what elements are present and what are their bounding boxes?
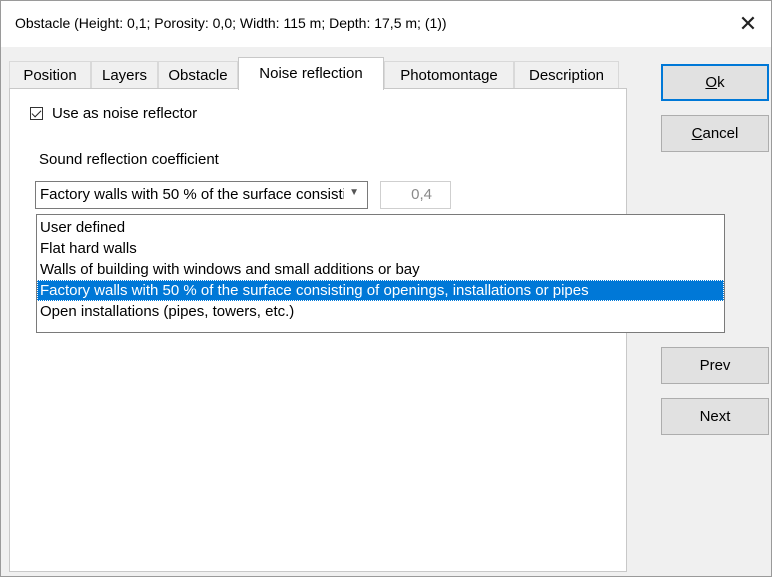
use-as-reflector-checkbox[interactable] — [30, 107, 43, 120]
reflection-type-combobox[interactable]: Factory walls with 50 % of the surface c… — [35, 181, 368, 209]
coefficient-label: Sound reflection coefficient — [39, 151, 219, 168]
prev-button[interactable]: Prev — [661, 347, 769, 384]
tab-noise-reflection[interactable]: Noise reflection — [238, 57, 384, 90]
chevron-down-icon[interactable]: ▼ — [349, 187, 359, 198]
ok-mnemonic: O — [705, 74, 718, 91]
dropdown-option[interactable]: Walls of building with windows and small… — [37, 259, 724, 280]
tab-photomontage[interactable]: Photomontage — [384, 61, 514, 88]
ok-button[interactable]: Ok — [661, 64, 769, 101]
dropdown-option[interactable]: User defined — [37, 217, 724, 238]
dropdown-option[interactable]: Flat hard walls — [37, 238, 724, 259]
title-bar: Obstacle (Height: 0,1; Porosity: 0,0; Wi… — [1, 1, 771, 47]
tab-layers[interactable]: Layers — [91, 61, 158, 88]
dropdown-option-selected[interactable]: Factory walls with 50 % of the surface c… — [37, 280, 724, 301]
tab-description[interactable]: Description — [514, 61, 619, 88]
coefficient-field: 0,4 — [380, 181, 451, 209]
window-title: Obstacle (Height: 0,1; Porosity: 0,0; Wi… — [15, 15, 447, 31]
cancel-button[interactable]: Cancel — [661, 115, 769, 152]
dropdown-option[interactable]: Open installations (pipes, towers, etc.) — [37, 301, 724, 322]
next-button[interactable]: Next — [661, 398, 769, 435]
cancel-label: ancel — [702, 125, 739, 142]
combo-selected-value: Factory walls with 50 % of the surface c… — [40, 186, 344, 203]
use-as-reflector-label: Use as noise reflector — [52, 105, 198, 122]
obstacle-dialog: Obstacle (Height: 0,1; Porosity: 0,0; Wi… — [0, 0, 772, 577]
tab-obstacle[interactable]: Obstacle — [158, 61, 238, 88]
use-as-reflector-row[interactable]: Use as noise reflector — [30, 105, 197, 122]
close-icon[interactable]: ✕ — [735, 11, 761, 37]
cancel-mnemonic: C — [691, 125, 703, 142]
ok-label: k — [717, 74, 725, 91]
tab-position[interactable]: Position — [9, 61, 91, 88]
reflection-type-dropdown-list[interactable]: User defined Flat hard walls Walls of bu… — [36, 214, 725, 333]
